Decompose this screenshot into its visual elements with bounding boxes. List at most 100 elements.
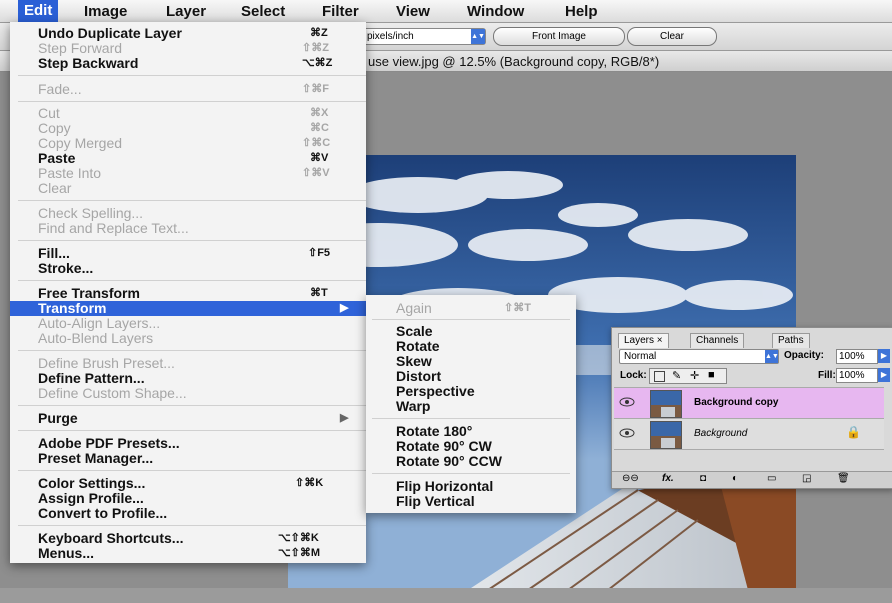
menu-help[interactable]: Help xyxy=(565,3,598,20)
submenu-item-rotate-90-ccw[interactable]: Rotate 90° CCW xyxy=(366,454,576,469)
menu-item-convert-profile[interactable]: Convert to Profile... xyxy=(10,506,366,521)
submenu-item-skew[interactable]: Skew xyxy=(366,354,576,369)
menu-item-keyboard-shortcuts[interactable]: Keyboard Shortcuts... ⌥⇧⌘K xyxy=(10,531,366,546)
submenu-item-rotate[interactable]: Rotate xyxy=(366,339,576,354)
menu-item-pdf-presets[interactable]: Adobe PDF Presets... xyxy=(10,436,366,451)
opacity-input[interactable]: 100% xyxy=(836,349,878,364)
menu-separator xyxy=(18,200,366,201)
layer-mask-icon[interactable]: ◘ xyxy=(700,473,706,484)
clear-button[interactable]: Clear xyxy=(627,27,717,46)
submenu-item-flip-vertical[interactable]: Flip Vertical xyxy=(366,494,576,509)
menu-item-define-pattern[interactable]: Define Pattern... xyxy=(10,371,366,386)
menu-edit[interactable]: Edit xyxy=(18,0,59,22)
layer-thumbnail xyxy=(650,390,682,418)
fx-button[interactable]: fx. xyxy=(662,473,674,484)
new-group-icon[interactable]: ▭ xyxy=(767,473,776,484)
submenu-item-again: Again ⇧⌘T xyxy=(396,300,531,316)
menu-item-cut: Cut ⌘X xyxy=(38,105,329,121)
resolution-unit-value: pixels/inch xyxy=(367,31,414,42)
lock-all-icon[interactable]: ■ xyxy=(708,369,715,381)
fill-arrow-icon[interactable]: ▶ xyxy=(878,368,890,382)
menu-item-define-shape: Define Custom Shape... xyxy=(38,385,187,401)
menu-separator xyxy=(18,525,366,526)
opacity-arrow-icon[interactable]: ▶ xyxy=(878,349,890,363)
menu-item-define-brush: Define Brush Preset... xyxy=(38,355,175,371)
layers-panel: Layers × Channels Paths Normal ▲▼ Opacit… xyxy=(611,327,892,489)
blend-mode-value: Normal xyxy=(624,351,657,362)
menu-separator xyxy=(18,405,366,406)
menu-separator xyxy=(372,319,570,320)
menu-item-assign-profile[interactable]: Assign Profile... xyxy=(10,491,366,506)
menu-separator xyxy=(18,470,366,471)
menu-item-step-backward[interactable]: Step Backward ⌥⌘Z xyxy=(10,56,366,71)
submenu-item-rotate-180[interactable]: Rotate 180° xyxy=(366,424,576,439)
submenu-item-warp[interactable]: Warp xyxy=(366,399,576,414)
edit-menu: Undo Duplicate Layer ⌘Z Step Forward ⇧⌘Z S… xyxy=(10,22,366,563)
visibility-eye-icon[interactable] xyxy=(619,397,635,407)
menu-view[interactable]: View xyxy=(396,3,430,20)
layer-row-background[interactable]: Background 🔒 xyxy=(614,419,884,450)
menu-item-auto-blend: Auto-Blend Layers xyxy=(38,330,154,346)
menu-item-color-settings[interactable]: Color Settings... ⇧⌘K xyxy=(10,476,366,491)
delete-layer-icon[interactable]: 🗑 xyxy=(837,473,850,484)
layers-panel-footer: ⊖⊖ fx. ◘ ◐ ▭ ◲ 🗑 xyxy=(612,471,892,488)
menu-item-find-replace: Find and Replace Text... xyxy=(38,220,189,236)
menu-separator xyxy=(372,418,570,419)
visibility-eye-icon[interactable] xyxy=(619,428,635,438)
menu-item-fade: Fade... ⇧⌘F xyxy=(38,81,329,97)
menu-item-step-forward: Step Forward ⇧⌘Z xyxy=(38,40,329,56)
menu-item-purge[interactable]: Purge ▶ xyxy=(10,411,366,426)
canvas-bottom-area xyxy=(0,588,892,603)
menu-image[interactable]: Image xyxy=(84,3,127,20)
lock-label: Lock: xyxy=(620,370,647,381)
fill-label: Fill: xyxy=(818,370,836,381)
transform-submenu: Again ⇧⌘T Scale Rotate Skew Distort Persp… xyxy=(366,295,576,513)
menu-item-copy-merged: Copy Merged ⇧⌘C xyxy=(38,135,331,151)
menu-separator xyxy=(18,430,366,431)
link-layers-icon[interactable]: ⊖⊖ xyxy=(622,473,639,484)
menu-separator xyxy=(18,75,366,76)
menu-separator xyxy=(18,350,366,351)
menu-item-free-transform[interactable]: Free Transform ⌘T xyxy=(10,286,366,301)
submenu-item-scale[interactable]: Scale xyxy=(366,324,576,339)
layer-name: Background xyxy=(694,428,748,439)
new-layer-icon[interactable]: ◲ xyxy=(802,473,811,484)
submenu-item-flip-horizontal[interactable]: Flip Horizontal xyxy=(366,479,576,494)
layer-row-background-copy[interactable]: Background copy xyxy=(614,387,884,419)
tab-layers[interactable]: Layers × xyxy=(618,333,669,348)
menu-item-preset-manager[interactable]: Preset Manager... xyxy=(10,451,366,466)
menu-layer[interactable]: Layer xyxy=(166,3,206,20)
document-title: use view.jpg @ 12.5% (Background copy, R… xyxy=(368,54,660,69)
lock-transparent-icon[interactable] xyxy=(654,371,665,382)
front-image-button[interactable]: Front Image xyxy=(493,27,625,46)
menu-item-menus[interactable]: Menus... ⌥⇧⌘M xyxy=(10,546,366,561)
opacity-label: Opacity: xyxy=(784,350,825,361)
menu-item-stroke[interactable]: Stroke... xyxy=(10,261,366,276)
menu-item-copy: Copy ⌘C xyxy=(38,120,329,136)
blend-mode-select[interactable]: Normal ▲▼ xyxy=(619,349,779,364)
menu-item-transform[interactable]: Transform ▶ xyxy=(10,301,366,316)
menu-item-fill[interactable]: Fill... ⇧F5 xyxy=(10,246,366,261)
lock-icon: 🔒 xyxy=(846,425,861,439)
tab-channels[interactable]: Channels xyxy=(690,333,745,348)
menu-window[interactable]: Window xyxy=(467,3,524,20)
menu-select[interactable]: Select xyxy=(241,3,285,20)
submenu-item-perspective[interactable]: Perspective xyxy=(366,384,576,399)
menu-separator xyxy=(18,101,366,102)
lock-brush-icon[interactable]: ✎ xyxy=(672,369,681,382)
tab-paths[interactable]: Paths xyxy=(772,333,810,348)
menu-item-check-spelling: Check Spelling... xyxy=(38,205,144,221)
select-arrows-icon: ▲▼ xyxy=(765,350,779,363)
menu-item-auto-align: Auto-Align Layers... xyxy=(38,315,161,331)
resolution-unit-select[interactable]: pixels/inch ▲▼ xyxy=(362,28,486,45)
menu-item-paste[interactable]: Paste ⌘V xyxy=(10,151,366,166)
adjustment-layer-icon[interactable]: ◐ xyxy=(732,473,738,484)
lock-buttons[interactable]: ✎ ✛ ■ xyxy=(649,368,727,384)
submenu-item-rotate-90-cw[interactable]: Rotate 90° CW xyxy=(366,439,576,454)
menu-item-clear: Clear xyxy=(38,180,72,196)
lock-move-icon[interactable]: ✛ xyxy=(690,369,699,382)
menu-filter[interactable]: Filter xyxy=(322,3,359,20)
fill-input[interactable]: 100% xyxy=(836,368,878,383)
submenu-item-distort[interactable]: Distort xyxy=(366,369,576,384)
menu-item-undo[interactable]: Undo Duplicate Layer ⌘Z xyxy=(10,26,366,41)
